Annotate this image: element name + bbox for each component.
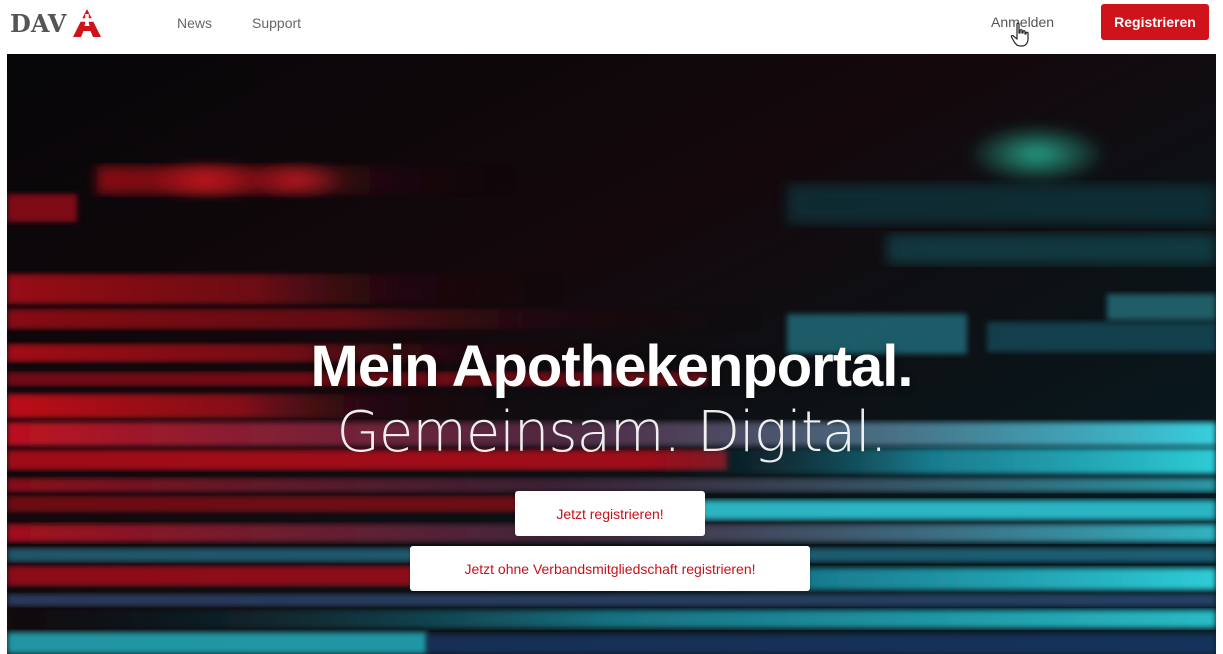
register-button[interactable]: Registrieren (1101, 4, 1209, 40)
logo-text: DAV (10, 8, 67, 38)
hand-cursor-icon (1010, 22, 1029, 47)
hero-subtitle: Gemeinsam. Digital. (336, 400, 887, 465)
register-now-button[interactable]: Jetzt registrieren! (515, 491, 705, 536)
register-without-membership-button[interactable]: Jetzt ohne Verbandsmitgliedschaft regist… (410, 546, 810, 591)
hero-title: Mein Apothekenportal. (310, 334, 914, 399)
top-navigation-bar: DAV News Support Anmelden Registrieren (0, 0, 1223, 54)
nav-link-support[interactable]: Support (252, 15, 301, 31)
nav-link-news[interactable]: News (177, 15, 212, 31)
hero-section: Mein Apothekenportal. Gemeinsam. Digital… (7, 54, 1216, 654)
apotheke-a-icon (73, 9, 102, 37)
dav-logo[interactable]: DAV (10, 6, 102, 40)
